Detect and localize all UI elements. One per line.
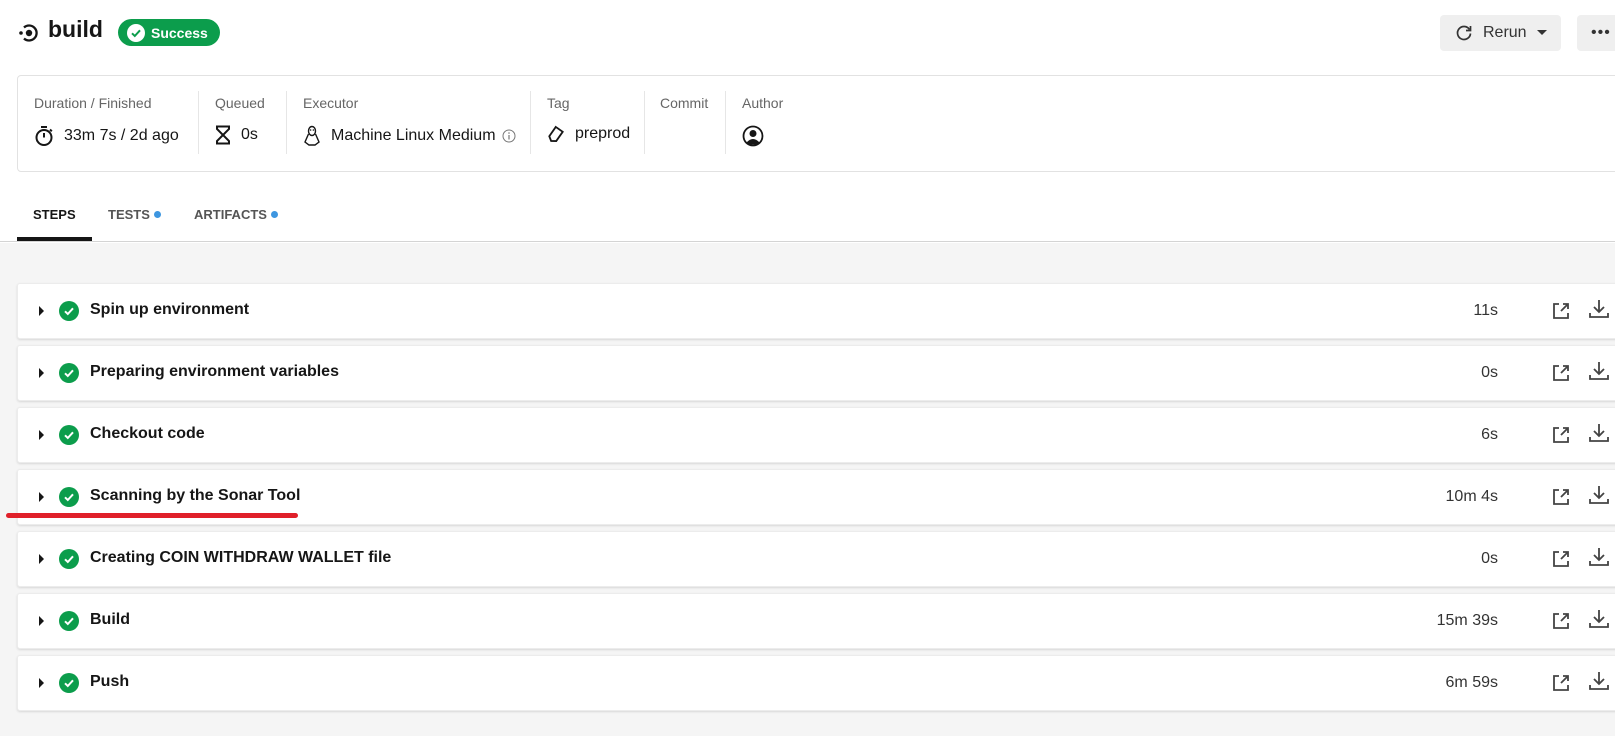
step-duration: 6s xyxy=(1481,426,1498,443)
refresh-icon xyxy=(1456,25,1472,41)
tab-artifacts[interactable]: ARTIFACTS xyxy=(194,207,278,222)
expand-caret-icon[interactable] xyxy=(39,678,44,688)
divider xyxy=(286,91,287,154)
timer-icon xyxy=(35,126,53,146)
download-icon[interactable] xyxy=(1588,670,1610,692)
download-icon[interactable] xyxy=(1588,546,1610,568)
check-circle-icon xyxy=(59,673,79,693)
queued-value: 0s xyxy=(241,126,258,143)
tag-label: Tag xyxy=(547,95,570,111)
linux-icon xyxy=(304,125,320,146)
tab-steps[interactable]: STEPS xyxy=(33,207,76,222)
expand-caret-icon[interactable] xyxy=(39,306,44,316)
download-icon[interactable] xyxy=(1588,422,1610,444)
open-external-icon[interactable] xyxy=(1551,425,1571,445)
step-name: Spin up environment xyxy=(90,301,250,318)
step-name: Scanning by the Sonar Tool xyxy=(90,487,301,504)
rerun-label: Rerun xyxy=(1483,24,1527,41)
expand-caret-icon[interactable] xyxy=(39,616,44,626)
download-icon[interactable] xyxy=(1588,608,1610,630)
step-name: Preparing environment variables xyxy=(90,363,339,380)
user-avatar-icon[interactable] xyxy=(742,125,764,147)
expand-caret-icon[interactable] xyxy=(39,368,44,378)
annotation-underline xyxy=(6,513,298,518)
step-duration: 6m 59s xyxy=(1445,674,1498,691)
step-row[interactable]: Creating COIN WITHDRAW WALLET file 0s xyxy=(17,531,1615,587)
hourglass-icon xyxy=(216,125,230,145)
open-external-icon[interactable] xyxy=(1551,673,1571,693)
duration-value: 33m 7s / 2d ago xyxy=(64,127,179,144)
tab-indicator-dot xyxy=(270,211,278,218)
executor-value: Machine Linux Medium xyxy=(331,127,496,144)
step-row[interactable]: Push 6m 59s xyxy=(17,655,1615,711)
step-row[interactable]: Build 15m 39s xyxy=(17,593,1615,649)
step-duration: 15m 39s xyxy=(1436,612,1498,629)
step-name: Checkout code xyxy=(90,425,205,442)
tab-bar: STEPS TESTS ARTIFACTS xyxy=(0,195,1615,242)
open-external-icon[interactable] xyxy=(1551,363,1571,383)
step-name: Push xyxy=(90,673,130,690)
open-external-icon[interactable] xyxy=(1551,487,1571,507)
status-badge-label: Success xyxy=(151,24,208,41)
step-duration: 10m 4s xyxy=(1445,488,1498,505)
download-icon[interactable] xyxy=(1588,484,1610,506)
tab-indicator-dot xyxy=(153,211,161,218)
tag-value: preprod xyxy=(575,125,631,142)
expand-caret-icon[interactable] xyxy=(39,430,44,440)
info-icon[interactable] xyxy=(502,129,516,143)
tab-tests[interactable]: TESTS xyxy=(108,207,161,222)
author-label: Author xyxy=(742,95,784,111)
download-icon[interactable] xyxy=(1588,360,1610,382)
page-header: build Success Rerun ••• xyxy=(0,0,1615,66)
page-title: build xyxy=(48,16,103,42)
more-icon: ••• xyxy=(1591,24,1611,41)
duration-label: Duration / Finished xyxy=(34,95,152,111)
divider xyxy=(644,91,645,154)
divider xyxy=(530,91,531,154)
job-info-card: Duration / Finished 33m 7s / 2d ago Queu… xyxy=(17,75,1615,172)
check-circle-icon xyxy=(59,425,79,445)
status-badge: Success xyxy=(118,19,220,46)
caret-down-icon xyxy=(1536,30,1547,35)
queued-label: Queued xyxy=(215,95,265,111)
open-external-icon[interactable] xyxy=(1551,301,1571,321)
commit-label: Commit xyxy=(660,95,709,111)
rerun-button[interactable]: Rerun xyxy=(1440,15,1561,51)
open-external-icon[interactable] xyxy=(1551,611,1571,631)
open-external-icon[interactable] xyxy=(1551,549,1571,569)
step-row[interactable]: Checkout code 6s xyxy=(17,407,1615,463)
step-duration: 11s xyxy=(1473,302,1498,319)
check-circle-icon xyxy=(59,301,79,321)
tag-icon xyxy=(548,125,564,142)
divider xyxy=(725,91,726,154)
step-row[interactable]: Spin up environment 11s xyxy=(17,283,1615,339)
check-circle-icon xyxy=(59,611,79,631)
step-row[interactable]: Preparing environment variables 0s xyxy=(17,345,1615,401)
workflow-icon xyxy=(19,24,38,42)
download-icon[interactable] xyxy=(1588,298,1610,320)
check-circle-icon xyxy=(59,363,79,383)
active-tab-indicator xyxy=(17,237,92,241)
step-name: Creating COIN WITHDRAW WALLET file xyxy=(90,549,392,566)
step-duration: 0s xyxy=(1481,364,1498,381)
executor-label: Executor xyxy=(303,95,359,111)
expand-caret-icon[interactable] xyxy=(39,492,44,502)
check-circle-icon xyxy=(59,487,79,507)
check-circle-icon xyxy=(127,23,145,42)
step-duration: 0s xyxy=(1481,550,1498,567)
step-name: Build xyxy=(90,611,130,628)
more-options-button[interactable]: ••• xyxy=(1577,15,1615,51)
check-circle-icon xyxy=(59,549,79,569)
divider xyxy=(198,91,199,154)
expand-caret-icon[interactable] xyxy=(39,554,44,564)
